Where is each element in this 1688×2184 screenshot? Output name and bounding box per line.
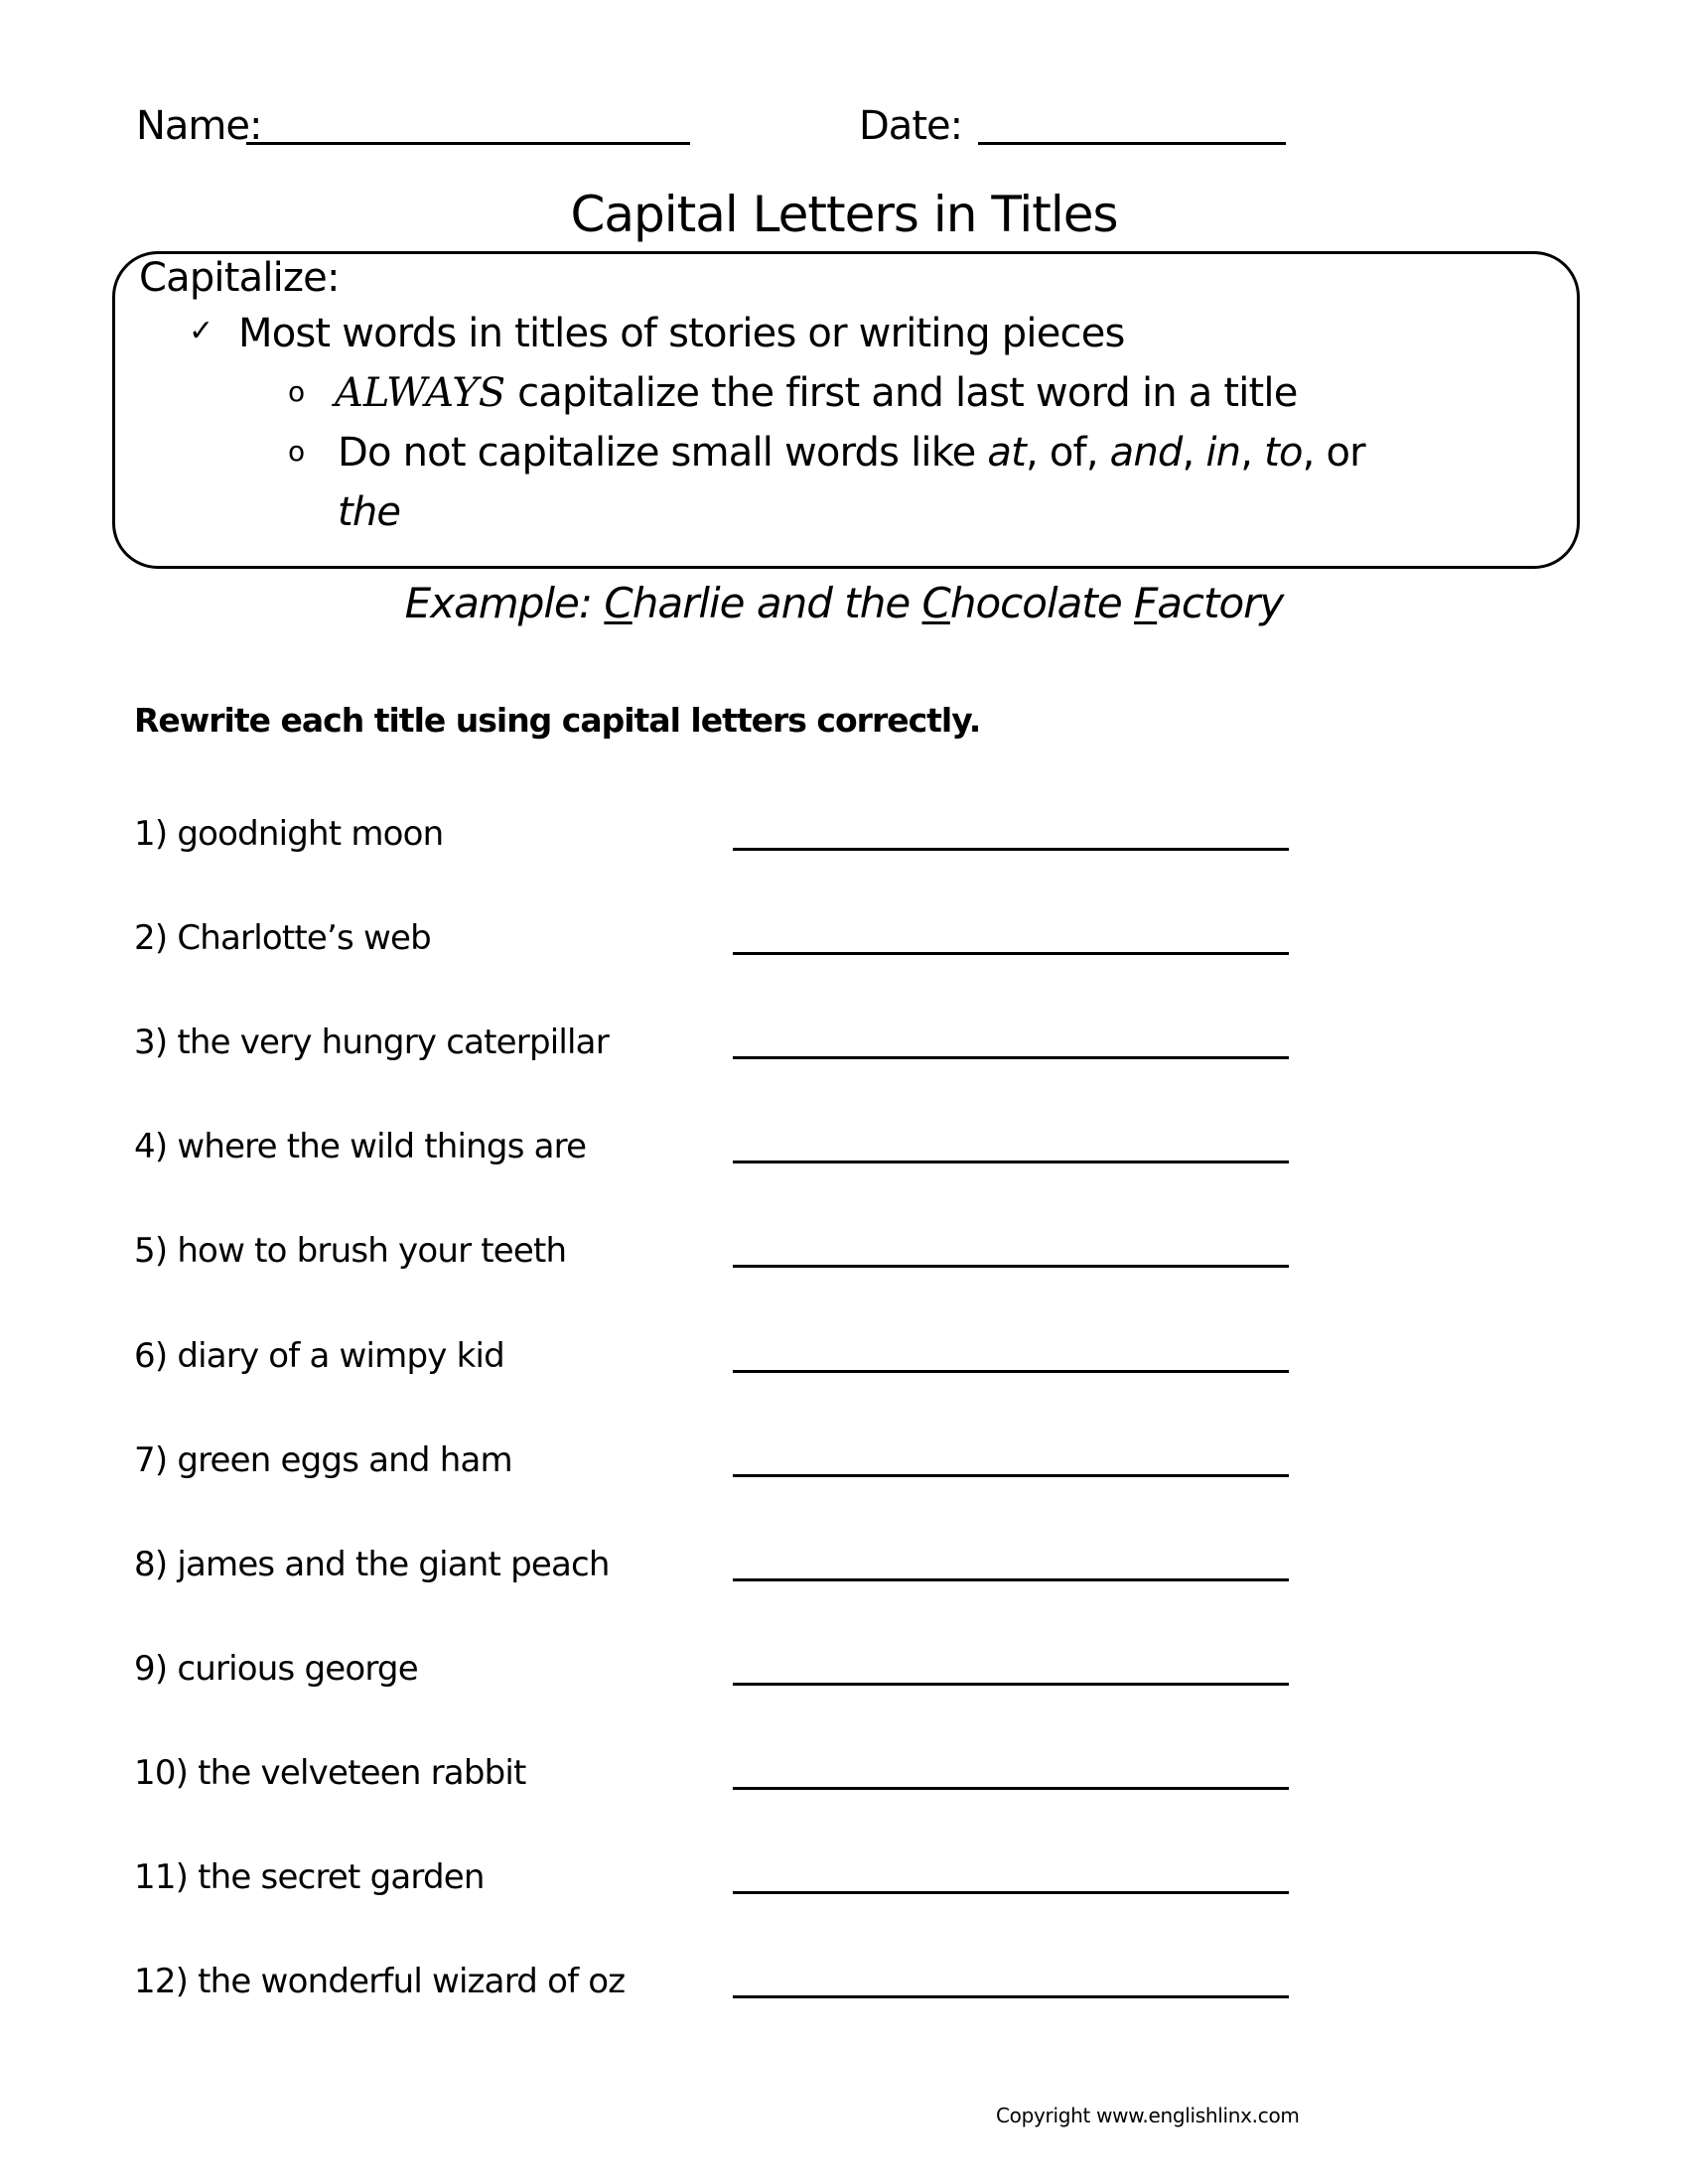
name-label: Name: [136,103,262,149]
answer-line[interactable] [733,1056,1289,1059]
exercise-prompt: 2) Charlotte’s web [134,918,432,958]
answer-line[interactable] [733,1578,1289,1581]
circle-bullet-icon: o [288,435,306,468]
answer-line[interactable] [733,952,1289,955]
example-text: harlie and the [632,579,922,627]
item-title: how to brush your teeth [177,1231,567,1271]
separator: , [1085,430,1110,476]
answer-line[interactable] [733,1787,1289,1790]
instructions: Rewrite each title using capital letters… [134,701,981,740]
item-number: 6) [134,1336,168,1376]
exercise-item: 3) the very hungry caterpillar [134,1023,1326,1082]
exercise-prompt: 9) curious george [134,1649,419,1689]
item-number: 9) [134,1649,168,1689]
answer-line[interactable] [733,1160,1289,1163]
underlined-capital: C [921,579,951,627]
date-label: Date: [859,103,963,149]
item-title: the velveteen rabbit [198,1753,526,1793]
separator: , [1182,430,1206,476]
small-word: and [1109,430,1184,476]
exercise-item: 1) goodnight moon [134,814,1326,874]
exercise-prompt: 3) the very hungry caterpillar [134,1023,610,1062]
separator: , [1240,430,1265,476]
sub-rule-always-text: capitalize the first and last word in a … [505,370,1298,416]
exercise-prompt: 1) goodnight moon [134,814,444,854]
exercise-prompt: 12) the wonderful wizard of oz [134,1962,626,2001]
example-text: hocolate [949,579,1135,627]
small-word: the [338,489,401,535]
small-word: of [1049,430,1087,476]
separator: , or [1302,430,1366,476]
always-emphasis: ALWAYS [335,370,506,416]
item-title: james and the giant peach [177,1545,610,1584]
item-title: curious george [177,1649,418,1689]
small-word: to [1264,430,1303,476]
sub-rule-small-words: Do not capitalize small words like at, o… [338,430,1366,476]
answer-line[interactable] [733,848,1289,851]
item-title: the secret garden [198,1857,485,1897]
example-text: actory [1157,579,1284,627]
exercise-item: 2) Charlotte’s web [134,918,1326,978]
example-label: Example: [404,579,605,627]
item-number: 12) [134,1962,189,2001]
answer-line[interactable] [733,1683,1289,1686]
item-title: where the wild things are [177,1127,587,1166]
answer-line[interactable] [733,1995,1289,1998]
exercise-item: 10) the velveteen rabbit [134,1753,1326,1813]
answer-line[interactable] [733,1265,1289,1268]
exercise-prompt: 7) green eggs and ham [134,1440,513,1480]
item-title: green eggs and ham [177,1440,512,1480]
sub-rule-always: ALWAYS capitalize the first and last wor… [335,371,1298,415]
checkmark-icon: ✓ [189,314,214,348]
name-field[interactable] [246,142,690,145]
rule-main: Most words in titles of stories or writi… [238,311,1125,356]
item-number: 11) [134,1857,189,1897]
item-number: 2) [134,918,168,958]
exercise-prompt: 8) james and the giant peach [134,1545,610,1584]
small-word: at [987,430,1026,476]
example-line: Example: Charlie and the Chocolate Facto… [0,581,1688,626]
item-number: 7) [134,1440,168,1480]
item-title: the wonderful wizard of oz [198,1962,626,2001]
item-number: 10) [134,1753,189,1793]
date-field[interactable] [978,142,1286,145]
exercise-prompt: 6) diary of a wimpy kid [134,1336,505,1376]
item-number: 4) [134,1127,168,1166]
answer-line[interactable] [733,1891,1289,1894]
exercise-prompt: 11) the secret garden [134,1857,485,1897]
underlined-capital: F [1134,579,1158,627]
item-number: 5) [134,1231,168,1271]
exercise-item: 7) green eggs and ham [134,1440,1326,1500]
item-title: the very hungry caterpillar [177,1023,609,1062]
item-number: 8) [134,1545,168,1584]
small-word: in [1205,430,1241,476]
circle-bullet-icon: o [288,375,306,408]
rules-heading: Capitalize: [139,255,340,301]
exercise-prompt: 10) the velveteen rabbit [134,1753,526,1793]
item-number: 1) [134,814,168,854]
separator: , [1026,430,1050,476]
exercise-item: 4) where the wild things are [134,1127,1326,1186]
exercise-item: 12) the wonderful wizard of oz [134,1962,1326,2021]
exercise-item: 8) james and the giant peach [134,1545,1326,1604]
item-title: diary of a wimpy kid [177,1336,504,1376]
exercise-item: 5) how to brush your teeth [134,1231,1326,1291]
exercise-item: 11) the secret garden [134,1857,1326,1917]
exercise-prompt: 4) where the wild things are [134,1127,587,1166]
exercise-prompt: 5) how to brush your teeth [134,1231,567,1271]
item-title: goodnight moon [177,814,444,854]
underlined-capital: C [604,579,633,627]
item-title: Charlotte’s web [177,918,431,958]
worksheet-title: Capital Letters in Titles [570,186,1118,243]
answer-line[interactable] [733,1370,1289,1373]
exercise-item: 6) diary of a wimpy kid [134,1336,1326,1396]
copyright-notice: Copyright www.englishlinx.com [996,2104,1300,2127]
item-number: 3) [134,1023,168,1062]
exercise-item: 9) curious george [134,1649,1326,1708]
sub-rule-prefix: Do not capitalize small words like [338,430,988,476]
answer-line[interactable] [733,1474,1289,1477]
